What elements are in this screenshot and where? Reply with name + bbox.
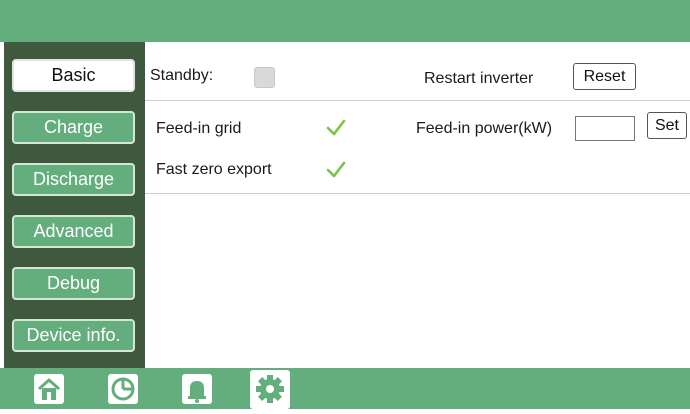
feed-in-power-label: Feed-in power(kW) (416, 120, 553, 137)
feed-in-power-input[interactable] (575, 116, 635, 141)
fast-zero-export-checkbox[interactable] (324, 158, 348, 182)
settings-panel: Standby: Restart inverter Reset Feed-in … (145, 42, 690, 368)
sidebar-item-discharge[interactable]: Discharge (12, 163, 135, 196)
gear-icon[interactable] (250, 370, 290, 409)
divider (145, 193, 690, 194)
sidebar-item-basic[interactable]: Basic (12, 59, 135, 92)
sidebar-item-debug[interactable]: Debug (12, 267, 135, 300)
fast-zero-export-label: Fast zero export (156, 161, 272, 178)
feed-in-grid-label: Feed-in grid (156, 120, 242, 137)
sidebar-item-charge[interactable]: Charge (12, 111, 135, 144)
sidebar-item-advanced[interactable]: Advanced (12, 215, 135, 248)
feed-in-grid-checkbox[interactable] (324, 116, 348, 140)
restart-inverter-label: Restart inverter (424, 70, 534, 87)
home-icon[interactable] (32, 372, 66, 406)
pie-chart-icon[interactable] (106, 372, 140, 406)
reset-button[interactable]: Reset (573, 63, 636, 90)
set-button[interactable]: Set (647, 112, 687, 139)
standby-label: Standby: (150, 67, 214, 84)
sidebar-item-device-info[interactable]: Device info. (12, 319, 135, 352)
divider (145, 100, 690, 101)
sidebar: Basic Charge Discharge Advanced Debug De… (4, 42, 145, 368)
top-header-bar (0, 0, 690, 42)
standby-checkbox[interactable] (254, 67, 275, 88)
bottom-nav-bar (0, 368, 690, 409)
bell-icon[interactable] (180, 372, 214, 406)
